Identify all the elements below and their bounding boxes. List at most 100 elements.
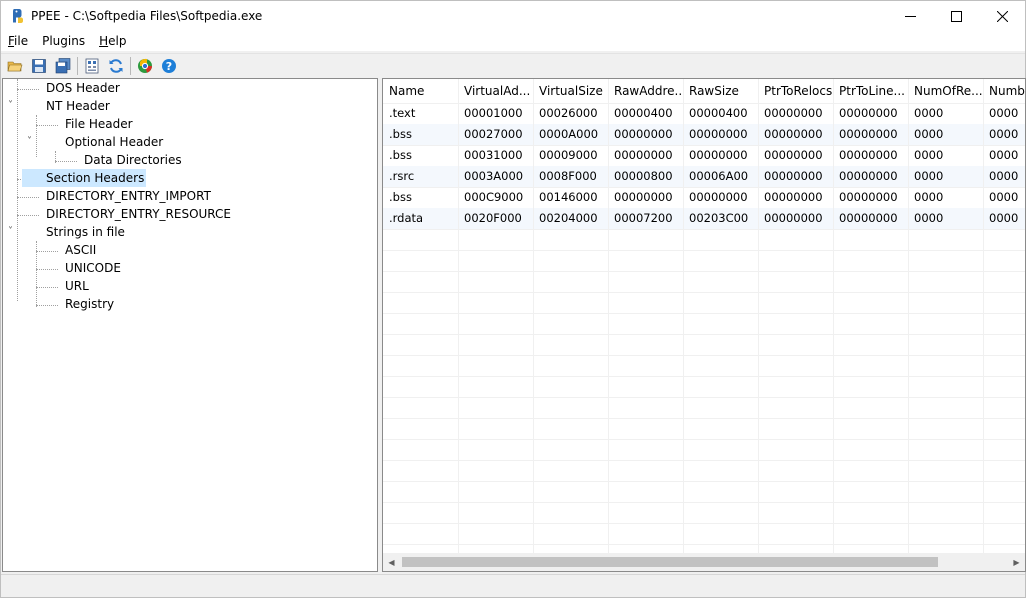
expand-nt-header-icon[interactable]: ˅: [8, 101, 18, 111]
tree-view[interactable]: ˅ ˅ ˅ DOS Header NT Header File Header O…: [2, 78, 378, 572]
tree-node-strings-in-file[interactable]: Strings in file: [44, 223, 127, 241]
save-all-button[interactable]: [51, 55, 75, 77]
refresh-button[interactable]: [104, 55, 128, 77]
minimize-icon: [904, 15, 916, 17]
table-cell: 00000000: [614, 127, 673, 141]
save-button[interactable]: [27, 55, 51, 77]
column-header[interactable]: RawSize: [683, 79, 758, 103]
tree-node-nt-header[interactable]: NT Header: [44, 97, 112, 115]
toolbar-separator: [130, 56, 131, 75]
table-cell: 00000000: [764, 106, 823, 120]
tree-node-registry[interactable]: Registry: [63, 295, 116, 313]
empty-row: [383, 481, 1025, 502]
tree-node-dos-header[interactable]: DOS Header: [44, 79, 122, 97]
table-cell: 0000: [989, 169, 1019, 183]
column-header[interactable]: RawAddre...: [608, 79, 683, 103]
maximize-button[interactable]: [933, 1, 979, 31]
close-icon: [996, 10, 1008, 22]
save-all-icon: [55, 57, 71, 73]
table-cell: 00009000: [539, 148, 598, 162]
window-title: PPEE - C:\Softpedia Files\Softpedia.exe: [31, 9, 263, 23]
empty-row: [383, 313, 1025, 334]
expand-strings-icon[interactable]: ˅: [8, 227, 18, 237]
table-cell: 0000: [914, 190, 944, 204]
column-header[interactable]: Name: [383, 79, 458, 103]
tree-connector: [55, 161, 77, 162]
menu-help-label: elp: [108, 34, 127, 48]
tree-node-section-headers[interactable]: Section Headers: [22, 169, 147, 187]
open-folder-icon: [7, 61, 23, 71]
hex-view-button[interactable]: [80, 55, 104, 77]
table-cell: 0003A000: [464, 169, 524, 183]
maximize-icon: [950, 10, 962, 22]
column-header[interactable]: VirtualSize: [533, 79, 608, 103]
empty-row: [383, 292, 1025, 313]
section-name-cell: .bss: [389, 148, 412, 162]
tree-node-data-directories[interactable]: Data Directories: [82, 151, 184, 169]
empty-row: [383, 502, 1025, 523]
empty-row: [383, 229, 1025, 250]
table-cell: 00000000: [839, 148, 898, 162]
tree-node-directory-entry-resource[interactable]: DIRECTORY_ENTRY_RESOURCE: [44, 205, 233, 223]
table-cell: 00001000: [464, 106, 523, 120]
table-cell: 00146000: [539, 190, 598, 204]
tree-node-file-header[interactable]: File Header: [63, 115, 135, 133]
section-name-cell: .text: [389, 106, 416, 120]
column-header[interactable]: PtrToLine...: [833, 79, 908, 103]
horizontal-scrollbar[interactable]: ◀ ▶: [383, 553, 1025, 571]
column-header[interactable]: NumOfRe...: [908, 79, 983, 103]
table-cell: 0000: [989, 127, 1019, 141]
close-button[interactable]: [979, 1, 1025, 31]
menu-plugins[interactable]: Plugins: [35, 31, 92, 51]
toolbar-separator: [77, 56, 78, 75]
tree-node-directory-entry-import[interactable]: DIRECTORY_ENTRY_IMPORT: [44, 187, 213, 205]
empty-row: [383, 523, 1025, 544]
empty-row: [383, 397, 1025, 418]
tree-connector: [17, 197, 39, 198]
tree-connector: [17, 79, 18, 301]
tree-connector: [36, 125, 58, 126]
column-header[interactable]: PtrToRelocs: [758, 79, 833, 103]
section-name-cell: .bss: [389, 127, 412, 141]
scroll-thumb[interactable]: [402, 557, 938, 567]
python-app-icon: [9, 8, 25, 24]
minimize-button[interactable]: [887, 1, 933, 31]
table-cell: 00000000: [839, 211, 898, 225]
column-header[interactable]: VirtualAd...: [458, 79, 533, 103]
section-name-cell: .rsrc: [389, 169, 415, 183]
table-cell: 00000000: [839, 169, 898, 183]
section-headers-table[interactable]: Name VirtualAd... VirtualSize RawAddre... Ra…: [382, 78, 1026, 572]
empty-row: [383, 376, 1025, 397]
save-icon: [32, 58, 46, 73]
tree-node-unicode[interactable]: UNICODE: [63, 259, 123, 277]
table-cell: 00000000: [764, 127, 823, 141]
menu-file[interactable]: File: [1, 31, 35, 51]
table-cell: 00000000: [764, 190, 823, 204]
table-cell: 0000: [914, 127, 944, 141]
help-button[interactable]: ?: [157, 55, 181, 77]
table-cell: 00000000: [839, 106, 898, 120]
menu-help[interactable]: Help: [92, 31, 133, 51]
tree-node-ascii[interactable]: ASCII: [63, 241, 98, 259]
scroll-track[interactable]: [400, 553, 1008, 571]
tree-connector: [36, 115, 37, 157]
table-cell: 0020F000: [464, 211, 522, 225]
tree-connector: [17, 89, 39, 90]
column-header[interactable]: NumbO: [983, 79, 1025, 103]
menu-bar: File Plugins Help: [1, 31, 1025, 51]
title-bar: PPEE - C:\Softpedia Files\Softpedia.exe: [1, 1, 1025, 31]
table-cell: 00000000: [614, 148, 673, 162]
table-cell: 00007200: [614, 211, 673, 225]
table-cell: 00000000: [839, 127, 898, 141]
table-cell: 00031000: [464, 148, 523, 162]
tree-node-optional-header[interactable]: Optional Header: [63, 133, 165, 151]
expand-optional-header-icon[interactable]: ˅: [27, 137, 37, 147]
table-cell: 00000000: [689, 148, 748, 162]
empty-row: [383, 355, 1025, 376]
plugins-button[interactable]: [133, 55, 157, 77]
open-button[interactable]: [3, 55, 27, 77]
scroll-right-icon[interactable]: ▶: [1008, 553, 1025, 571]
table-cell: 00006A00: [689, 169, 749, 183]
scroll-left-icon[interactable]: ◀: [383, 553, 400, 571]
tree-node-url[interactable]: URL: [63, 277, 91, 295]
